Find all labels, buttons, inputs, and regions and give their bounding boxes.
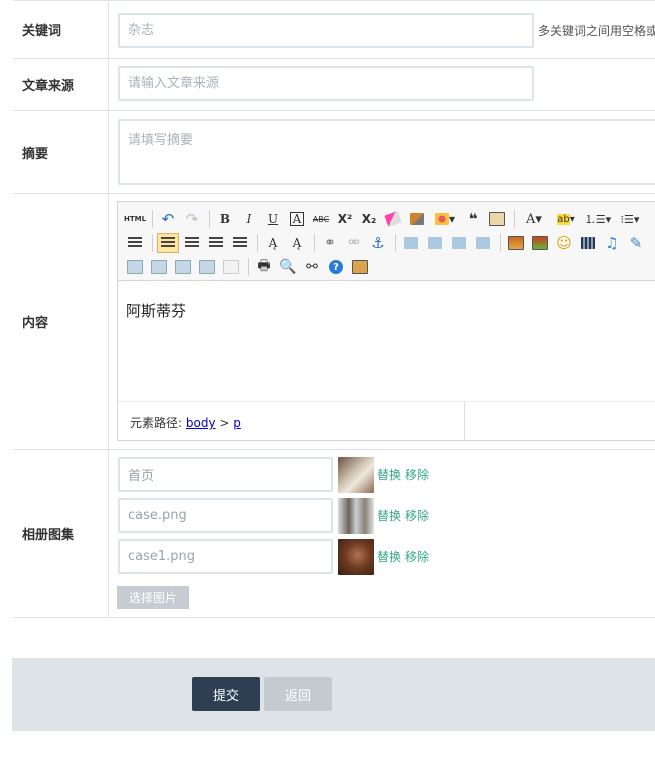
insert-image-icon[interactable] [505, 233, 527, 253]
form-footer: 提交 返回 [12, 658, 655, 731]
image-inline-icon[interactable] [448, 233, 470, 253]
editor-statusbar: 元素路径: body > p [118, 401, 655, 440]
align-justify-icon[interactable] [229, 233, 251, 253]
superscript-icon[interactable]: X² [334, 209, 356, 229]
source-input[interactable] [118, 66, 534, 101]
editor-toolbar: HTML ↶ ↷ B I U A ABC X² X₂ ▾ ❝ A▾ ab ▾ ⒈☰… [118, 202, 655, 281]
preview-icon[interactable]: 🔍 [277, 257, 299, 277]
highlight-color-icon[interactable]: ab ▾ [551, 209, 581, 229]
insert-table-icon[interactable] [124, 257, 146, 277]
link-icon[interactable]: ⚭ [319, 233, 341, 253]
music-icon[interactable]: ♫ [601, 233, 623, 253]
gallery-thumbnail-1 [338, 457, 374, 493]
font-color-icon[interactable]: A▾ [519, 209, 549, 229]
gallery-remove-link-2[interactable]: 移除 [405, 507, 429, 524]
print-icon[interactable]: 🖶 [253, 257, 275, 277]
gallery-remove-link-1[interactable]: 移除 [405, 466, 429, 483]
source-label: 文章来源 [13, 58, 109, 110]
toolbar-row-3: 🖶 🔍 ⚯ ? [124, 256, 373, 278]
gallery-label: 相册图集 [13, 450, 109, 617]
multi-image-icon[interactable] [529, 233, 551, 253]
video-icon[interactable] [577, 233, 599, 253]
toolbar-row-2: Ą Ą ⚭ ⚮ ⚓ ☺ ♫ ✎ [124, 232, 649, 254]
font-border-icon[interactable]: A [286, 209, 308, 229]
align-center-icon[interactable] [181, 233, 203, 253]
toolbar-separator [209, 210, 210, 228]
keywords-input[interactable] [118, 13, 534, 48]
format-brush-icon[interactable] [406, 209, 428, 229]
submit-button[interactable]: 提交 [192, 677, 260, 711]
insert-row-icon[interactable] [148, 257, 170, 277]
subscript-icon[interactable]: X₂ [358, 209, 380, 229]
line-height-icon[interactable] [124, 233, 146, 253]
toolbar-row-1: HTML ↶ ↷ B I U A ABC X² X₂ ▾ ❝ A▾ ab ▾ ⒈☰… [124, 208, 647, 230]
content-label: 内容 [13, 194, 109, 449]
bold-icon[interactable]: B [214, 209, 236, 229]
merge-cells-icon[interactable] [196, 257, 218, 277]
underline-icon[interactable]: U [262, 209, 284, 229]
select-image-button[interactable]: 选择图片 [117, 586, 189, 609]
path-body-link[interactable]: body [186, 416, 216, 430]
anchor-icon[interactable]: ⚓ [367, 233, 389, 253]
image-float-left-icon[interactable] [400, 233, 422, 253]
blockquote-icon[interactable]: ❝ [462, 209, 484, 229]
strikethrough-icon[interactable]: ABC [310, 209, 332, 229]
italic-icon[interactable]: I [238, 209, 260, 229]
editor-paragraph: 阿斯蒂芬 [126, 302, 187, 320]
table-properties-icon[interactable] [220, 257, 242, 277]
statusbar-divider [464, 402, 465, 440]
gallery-replace-link-2[interactable]: 替换 [377, 507, 401, 524]
toolbar-separator [514, 210, 515, 228]
keywords-hint: 多关键词之间用空格或 [538, 24, 655, 38]
redo-icon[interactable]: ↷ [181, 209, 203, 229]
gallery-item-input-2[interactable] [118, 498, 333, 533]
element-path: 元素路径: body > p [130, 414, 241, 431]
unlink-icon[interactable]: ⚮ [343, 233, 365, 253]
rich-text-editor: HTML ↶ ↷ B I U A ABC X² X₂ ▾ ❝ A▾ ab ▾ ⒈☰… [117, 201, 655, 441]
help-icon[interactable]: ? [325, 257, 347, 277]
rtl-direction-icon[interactable]: Ą [286, 233, 308, 253]
ordered-list-icon[interactable]: ⒈☰▾ [583, 209, 613, 229]
image-center-icon[interactable] [472, 233, 494, 253]
insert-column-icon[interactable] [172, 257, 194, 277]
attachment-icon[interactable]: ✎ [625, 233, 647, 253]
eraser-icon[interactable] [382, 209, 404, 229]
gallery-replace-link-3[interactable]: 替换 [377, 548, 401, 565]
toolbar-separator [248, 258, 249, 276]
path-separator: > [219, 416, 230, 430]
path-p-link[interactable]: p [233, 416, 241, 430]
gallery-remove-link-3[interactable]: 移除 [405, 548, 429, 565]
row-gallery: 相册图集 [13, 450, 655, 618]
gallery-thumbnail-3 [338, 539, 374, 575]
undo-icon[interactable]: ↶ [157, 209, 179, 229]
align-right-icon[interactable] [205, 233, 227, 253]
unordered-list-icon[interactable]: ⁝☰▾ [615, 209, 645, 229]
gallery-thumbnail-2 [338, 498, 374, 534]
toolbar-separator [500, 234, 501, 252]
back-button[interactable]: 返回 [264, 677, 332, 711]
toolbar-separator [152, 210, 153, 228]
summary-textarea[interactable] [118, 119, 655, 185]
summary-label: 摘要 [13, 111, 109, 193]
paste-icon[interactable] [349, 257, 371, 277]
ltr-direction-icon[interactable]: Ą [262, 233, 284, 253]
html-source-button[interactable]: HTML [124, 209, 146, 229]
emotion-icon[interactable]: ☺ [553, 233, 575, 253]
element-path-prefix: 元素路径: [130, 416, 183, 430]
toolbar-separator [395, 234, 396, 252]
align-left-icon[interactable] [157, 233, 179, 253]
toolbar-separator [257, 234, 258, 252]
auto-format-icon[interactable]: ▾ [430, 209, 460, 229]
gallery-replace-link-1[interactable]: 替换 [377, 466, 401, 483]
paste-plain-icon[interactable] [486, 209, 508, 229]
toolbar-separator [314, 234, 315, 252]
gallery-item-input-1[interactable] [118, 457, 333, 492]
search-replace-icon[interactable]: ⚯ [301, 257, 323, 277]
image-float-right-icon[interactable] [424, 233, 446, 253]
gallery-item-input-3[interactable] [118, 539, 333, 574]
editor-content-area[interactable]: 阿斯蒂芬 [126, 300, 186, 321]
keywords-label: 关键词 [13, 1, 109, 58]
toolbar-separator [152, 234, 153, 252]
